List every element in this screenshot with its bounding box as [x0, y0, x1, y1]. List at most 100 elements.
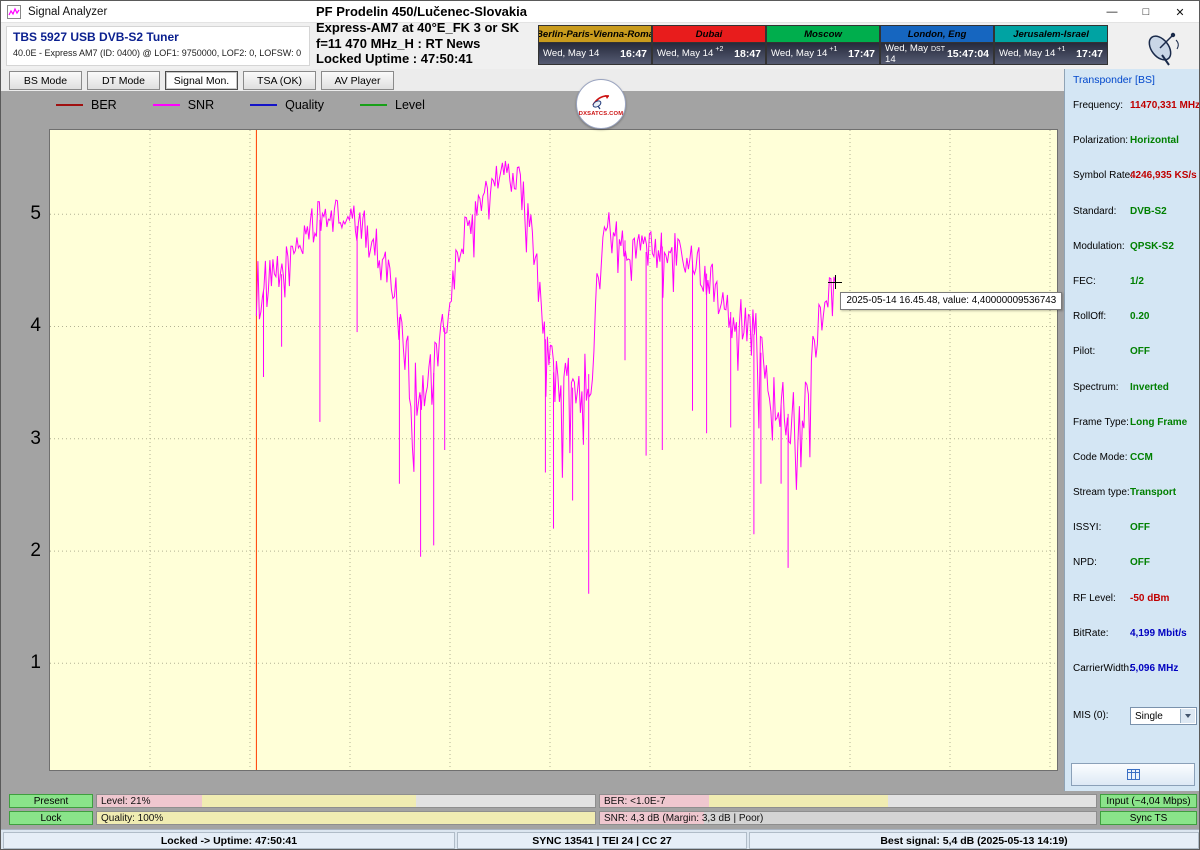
- dxsatcs-logo: DXSATCS.COM: [576, 79, 626, 129]
- site-line-frequency: f=11 470 MHz_H : RT News: [316, 36, 527, 52]
- clock-dubai: DubaiWed, May 14+218:47: [652, 25, 766, 65]
- transponder-value: OFF: [1130, 346, 1150, 357]
- y-axis-tick-label: 2: [13, 540, 41, 562]
- transponder-value: OFF: [1130, 557, 1150, 568]
- transponder-row-fec: FEC: 1/2: [1073, 273, 1199, 308]
- clock-city-label: Berlin-Paris-Vienna-Roma: [538, 25, 652, 42]
- clock-datetime: Wed, May 14+218:47: [652, 42, 766, 65]
- transponder-row-pilot: Pilot: OFF: [1073, 343, 1199, 378]
- legend-line-swatch: [360, 104, 387, 106]
- transponder-label: RF Level:: [1073, 593, 1116, 604]
- transponder-value: 11470,331 MHz: [1130, 100, 1200, 111]
- statusbar-section: Best signal: 5,4 dB (2025-05-13 14:19): [749, 832, 1199, 849]
- window-controls: —□✕: [1095, 1, 1197, 23]
- transponder-row-code-mode: Code Mode:CCM: [1073, 449, 1199, 484]
- chart-area: BERSNRQualityLevel 2025-05-14 16.45.48, …: [1, 91, 1064, 793]
- site-line-dish: PF Prodelin 450/Lučenec-Slovakia: [316, 4, 527, 20]
- legend-line-swatch: [250, 104, 277, 106]
- transponder-label: Pilot:: [1073, 346, 1095, 357]
- signal-plot[interactable]: [49, 129, 1058, 771]
- transponder-label: BitRate:: [1073, 628, 1109, 639]
- transponder-row-frequency: Frequency: 11470,331 MHz: [1073, 97, 1199, 132]
- site-line-uptime: Locked Uptime : 47:50:41: [316, 51, 527, 67]
- tuner-name: TBS 5927 USB DVB-S2 Tuner: [13, 30, 303, 44]
- bottom-status-rows: PresentLevel: 21%BER: <1.0E-7Input (~4,0…: [1, 791, 1200, 829]
- tuner-details: 40.0E - Express AM7 (ID: 0400) @ LOF1: 9…: [13, 48, 303, 58]
- transponder-row-polarization: Polarization:Horizontal: [1073, 132, 1199, 167]
- mis-row: MIS (0): Single: [1073, 707, 1200, 727]
- tab-tsa-ok[interactable]: TSA (OK): [243, 71, 316, 90]
- clock-datetime: Wed, May 14+117:47: [766, 42, 880, 65]
- transponder-label: Frame Type:: [1073, 417, 1129, 428]
- mis-selected-value: Single: [1135, 711, 1163, 722]
- statusbar-section: Locked -> Uptime: 47:50:41: [3, 832, 455, 849]
- grid-icon: [1127, 769, 1140, 780]
- transponder-value: 4246,935 KS/s: [1130, 170, 1197, 181]
- tab-bs-mode[interactable]: BS Mode: [9, 71, 82, 90]
- transponder-label: NPD:: [1073, 557, 1097, 568]
- maximize-button[interactable]: □: [1129, 1, 1163, 23]
- progress-bar-label: BER: <1.0E-7: [604, 796, 665, 807]
- panel-bottom-button[interactable]: [1071, 763, 1195, 786]
- mis-label: MIS (0):: [1073, 710, 1109, 721]
- transponder-value: QPSK-S2: [1130, 241, 1174, 252]
- clock-jerusalem-israel: Jerusalem-IsraelWed, May 14+117:47: [994, 25, 1108, 65]
- transponder-row-rf-level: RF Level:-50 dBm: [1073, 590, 1199, 625]
- progress-bar-level: Level: 21%: [96, 794, 596, 808]
- transponder-label: FEC:: [1073, 276, 1096, 287]
- transponder-value: 1/2: [1130, 276, 1144, 287]
- transponder-label: RollOff:: [1073, 311, 1106, 322]
- legend-item-snr: SNR: [153, 98, 214, 112]
- site-line-satellite: Express-AM7 at 40°E_FK 3 or SK: [316, 20, 527, 36]
- transponder-label: Stream type:: [1073, 487, 1130, 498]
- tab-strip: BS Mode DT Mode Signal Mon. TSA (OK) AV Play…: [1, 69, 1064, 91]
- clock-datetime: Wed, May 14+117:47: [994, 42, 1108, 65]
- transponder-label: Code Mode:: [1073, 452, 1127, 463]
- tab-av-player[interactable]: AV Player: [321, 71, 394, 90]
- tab-signal-mon[interactable]: Signal Mon.: [165, 71, 238, 90]
- transponder-row-stream-type: Stream type:Transport: [1073, 484, 1199, 519]
- tab-dt-mode[interactable]: DT Mode: [87, 71, 160, 90]
- legend-line-swatch: [56, 104, 83, 106]
- transponder-label: Symbol Rate:: [1073, 170, 1133, 181]
- legend-item-level: Level: [360, 98, 425, 112]
- transponder-label: Frequency:: [1073, 100, 1123, 111]
- crosshair-cursor: [828, 275, 842, 289]
- signal-analyzer-window: Signal Analyzer —□✕ TBS 5927 USB DVB-S2 …: [0, 0, 1200, 850]
- transponder-value: Horizontal: [1130, 135, 1179, 146]
- transponder-label: ISSYI:: [1073, 522, 1101, 533]
- clock-moscow: MoscowWed, May 14+117:47: [766, 25, 880, 65]
- clock-city-label: Moscow: [766, 25, 880, 42]
- close-button[interactable]: ✕: [1163, 1, 1197, 23]
- y-axis-tick-label: 5: [13, 203, 41, 225]
- transponder-label: CarrierWidth:: [1073, 663, 1132, 674]
- minimize-button[interactable]: —: [1095, 1, 1129, 23]
- transponder-row-issyi: ISSYI:OFF: [1073, 519, 1199, 554]
- transponder-row-spectrum: Spectrum:Inverted: [1073, 379, 1199, 414]
- progress-bar-label: Quality: 100%: [101, 813, 163, 824]
- world-clocks: Berlin-Paris-Vienna-RomaWed, May 1416:47…: [538, 25, 1108, 65]
- transponder-row-symbol-rate: Symbol Rate:4246,935 KS/s: [1073, 167, 1199, 202]
- transponder-value: Inverted: [1130, 382, 1169, 393]
- legend-label: Level: [395, 98, 425, 112]
- status-row: PresentLevel: 21%BER: <1.0E-7Input (~4,0…: [1, 794, 1200, 808]
- y-axis-tick-label: 4: [13, 315, 41, 337]
- mis-select[interactable]: Single: [1130, 707, 1197, 725]
- satellite-dish-icon: [1143, 28, 1185, 66]
- transponder-value: 0.20: [1130, 311, 1149, 322]
- transponder-value: Transport: [1130, 487, 1176, 498]
- status-badge-lock: Lock: [9, 811, 93, 825]
- transponder-panel-title: Transponder [BS]: [1073, 74, 1155, 86]
- legend-item-quality: Quality: [250, 98, 324, 112]
- legend-label: Quality: [285, 98, 324, 112]
- logo-dish-icon: [589, 92, 613, 110]
- transponder-value: CCM: [1130, 452, 1153, 463]
- statusbar-section: SYNC 13541 | TEI 24 | CC 27: [457, 832, 747, 849]
- y-axis-tick-label: 3: [13, 428, 41, 450]
- transponder-row-frame-type: Frame Type:Long Frame: [1073, 414, 1199, 449]
- progress-bar-snr: SNR: 4,3 dB (Margin: 3,3 dB | Poor): [599, 811, 1097, 825]
- progress-bar-label: SNR: 4,3 dB (Margin: 3,3 dB | Poor): [604, 813, 763, 824]
- progress-bar-ber: BER: <1.0E-7: [599, 794, 1097, 808]
- transponder-label: Polarization:: [1073, 135, 1128, 146]
- status-badge-sync-ts: Sync TS: [1100, 811, 1197, 825]
